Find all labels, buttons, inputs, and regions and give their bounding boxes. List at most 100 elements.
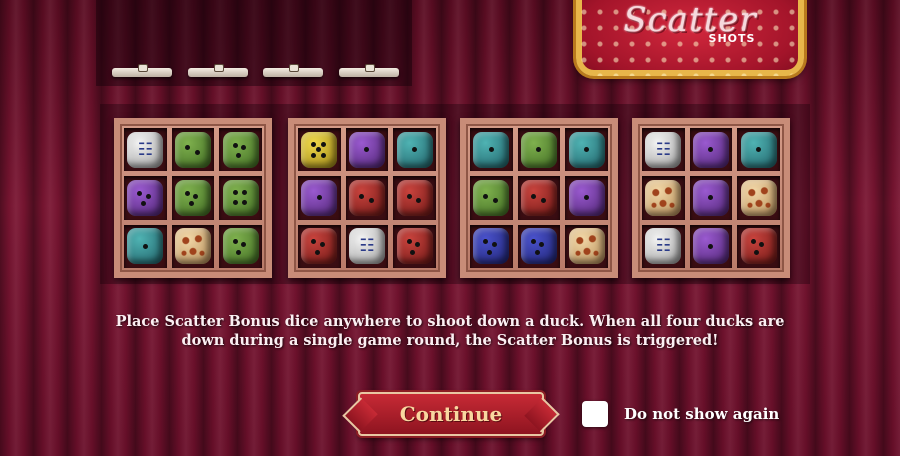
die-pip (142, 243, 148, 249)
die-pip (145, 193, 151, 199)
scatter-glyph-icon: ☷ (359, 236, 375, 257)
green-die-icon (174, 179, 211, 216)
die-pip (241, 145, 247, 151)
purple-die-icon (692, 179, 729, 216)
crate-slot (470, 176, 513, 220)
die-pip (584, 147, 590, 153)
crate-slot: ☷ (642, 128, 685, 172)
green-die-icon (520, 131, 557, 168)
crate-slot (689, 176, 733, 220)
die-pip (141, 201, 146, 207)
scatter-die-icon: ☷ (645, 228, 682, 265)
die-pip (241, 241, 247, 247)
crate-slot (393, 176, 436, 220)
teal-die-icon (740, 131, 777, 168)
die-pip (232, 190, 238, 196)
dice-crate-3 (460, 118, 618, 278)
die-pip (708, 243, 714, 249)
die-pip (242, 190, 248, 196)
die-pip (488, 147, 494, 153)
crate-slot (124, 224, 167, 268)
crate-slot (517, 224, 561, 268)
teal-die-icon (396, 131, 433, 168)
duck-shelf-3 (263, 64, 323, 77)
die-pip (236, 152, 242, 158)
red-die-icon (740, 228, 777, 265)
die-pip (410, 249, 416, 255)
die-pip (316, 147, 322, 153)
duck-shelf-4 (339, 64, 399, 77)
die-pip (483, 193, 489, 199)
crate-grid: ☷ (124, 128, 262, 268)
crate-slot: ☷ (345, 224, 389, 268)
die-pip (406, 239, 412, 245)
yellow-die-icon (301, 131, 338, 168)
crate-slot (298, 224, 341, 268)
do-not-show-again-checkbox[interactable] (582, 401, 608, 427)
die-pip (487, 249, 492, 255)
purple-die-icon (301, 179, 338, 216)
die-pip (759, 241, 765, 247)
red-die-icon (520, 179, 557, 216)
purple-die-icon (568, 179, 605, 216)
die-pip (185, 145, 191, 151)
die-pip (540, 198, 546, 204)
die-pip (188, 201, 194, 207)
duck-peg (289, 64, 299, 72)
leopard-die-icon (645, 179, 682, 216)
crate-slot (517, 176, 561, 220)
die-pip (359, 193, 365, 199)
crate-slot (642, 176, 685, 220)
crate-slot (124, 176, 167, 220)
crate-slot (737, 128, 780, 172)
scatter-glyph-icon: ☷ (655, 139, 671, 160)
instruction-line-1: Place Scatter Bonus dice anywhere to sho… (115, 313, 785, 330)
die-pip (406, 193, 412, 199)
leopard-die-icon (568, 228, 605, 265)
duck-shelf-1 (112, 64, 172, 77)
continue-button[interactable]: Continue (358, 392, 544, 436)
crate-slot (345, 176, 389, 220)
red-die-icon (348, 179, 385, 216)
leopard-die-icon (740, 179, 777, 216)
die-pip (534, 249, 540, 255)
crate-slot: ☷ (642, 224, 685, 268)
die-pip (491, 241, 497, 247)
scatter-glyph-icon: ☷ (137, 139, 153, 160)
crate-slot (345, 128, 389, 172)
crate-slot (393, 224, 436, 268)
purple-die-icon (692, 131, 729, 168)
die-pip (531, 193, 537, 199)
crate-slot (565, 128, 608, 172)
crate-slot: ☷ (124, 128, 167, 172)
logo-subtitle: SHOTS (708, 32, 756, 45)
duck-panel (96, 0, 412, 86)
die-pip (137, 191, 143, 197)
purple-die-icon (127, 179, 164, 216)
crate-slot (470, 224, 513, 268)
crate-slot (393, 128, 436, 172)
die-pip (321, 152, 327, 158)
die-pip (232, 239, 238, 245)
crate-slot (737, 176, 780, 220)
die-pip (531, 239, 537, 245)
die-pip (756, 147, 762, 153)
green-die-icon (222, 131, 259, 168)
die-pip (750, 239, 756, 245)
red-die-icon (301, 228, 338, 265)
duck-shelf-2 (188, 64, 248, 77)
do-not-show-again-toggle[interactable]: Do not show again (582, 398, 779, 430)
crate-grid (470, 128, 608, 268)
dice-crate-4: ☷ ☷ (632, 118, 790, 278)
die-pip (536, 147, 542, 153)
die-pip (415, 241, 421, 247)
die-pip (416, 198, 422, 204)
red-die-icon (396, 228, 433, 265)
die-pip (368, 198, 374, 204)
crate-slot (565, 176, 608, 220)
scatter-die-icon: ☷ (645, 131, 682, 168)
teal-die-icon (473, 131, 510, 168)
die-pip (319, 241, 325, 247)
die-pip (236, 249, 242, 255)
duck-peg (365, 64, 375, 72)
